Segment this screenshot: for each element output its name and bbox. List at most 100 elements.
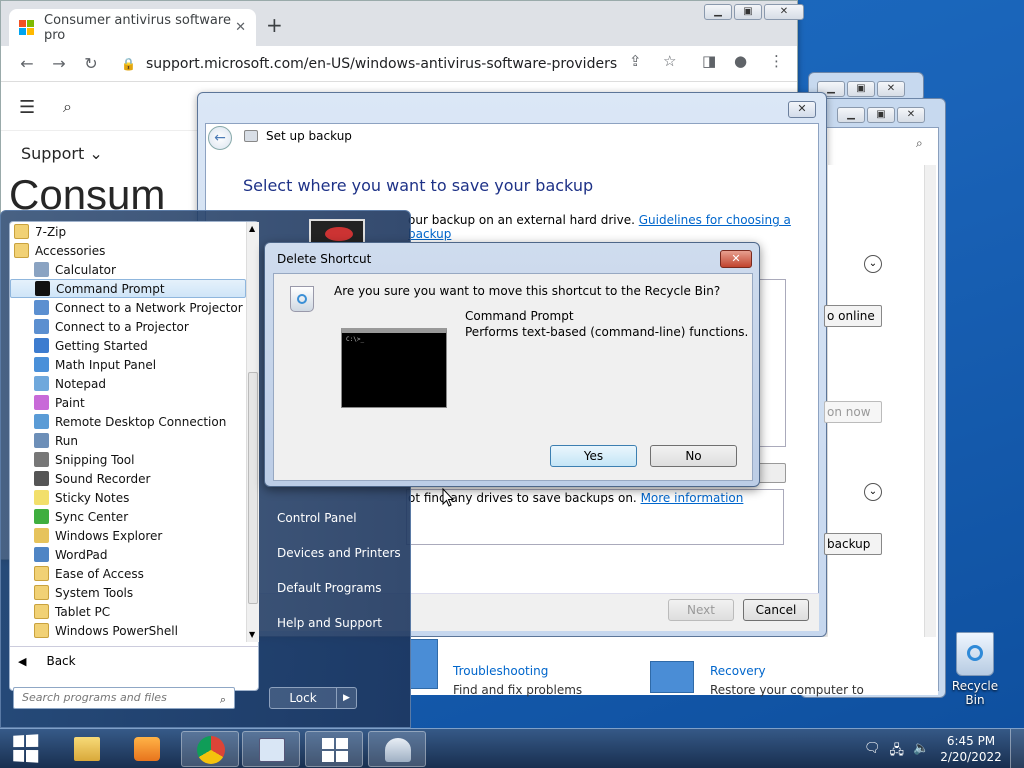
back-arrow-icon[interactable]: ←	[208, 126, 232, 150]
program-item[interactable]: Calculator	[10, 260, 246, 279]
lock-options-arrow-icon[interactable]: ▶	[336, 688, 356, 708]
menu-icon[interactable]: ⋮	[769, 52, 784, 70]
taskbar-control-panel[interactable]	[242, 731, 300, 767]
close-button[interactable]: ✕	[764, 4, 804, 20]
program-item[interactable]: Getting Started	[10, 336, 246, 355]
share-icon[interactable]: ⇪	[629, 52, 642, 70]
backup-icon	[244, 130, 258, 142]
next-button[interactable]: Next	[668, 599, 734, 621]
program-label: Command Prompt	[56, 281, 165, 296]
program-item[interactable]: Sticky Notes	[10, 488, 246, 507]
minimize-button[interactable]: ▁	[837, 107, 865, 123]
program-item[interactable]: Paint	[10, 393, 246, 412]
taskbar-media-player[interactable]	[118, 731, 176, 767]
lock-button[interactable]: Lock ▶	[269, 687, 357, 709]
close-button[interactable]: ✕	[788, 101, 816, 118]
more-information-link[interactable]: More information	[641, 491, 744, 505]
program-item[interactable]: System Tools	[10, 583, 246, 602]
cancel-button[interactable]: Cancel	[743, 599, 809, 621]
scrollbar[interactable]	[924, 165, 936, 695]
troubleshooting-link[interactable]: Troubleshooting	[453, 664, 548, 678]
taskbar-backup[interactable]	[368, 731, 426, 767]
clock[interactable]: 6:45 PM 2/20/2022	[940, 733, 1002, 765]
clock-date: 2/20/2022	[940, 750, 1002, 764]
close-button[interactable]: ✕	[720, 250, 752, 268]
program-item[interactable]: Sound Recorder	[10, 469, 246, 488]
close-button[interactable]: ✕	[897, 107, 925, 123]
close-button[interactable]: ✕	[877, 81, 905, 97]
microsoft-logo-icon	[19, 20, 34, 35]
maximize-button[interactable]: ▣	[847, 81, 875, 97]
program-item[interactable]: Run	[10, 431, 246, 450]
minimize-button[interactable]: ▁	[704, 4, 732, 20]
taskbar-windows[interactable]	[305, 731, 363, 767]
program-item[interactable]: Tablet PC	[10, 602, 246, 621]
program-item[interactable]: Accessories	[10, 241, 246, 260]
show-desktop-button[interactable]	[1010, 729, 1024, 768]
program-item[interactable]: Connect to a Projector	[10, 317, 246, 336]
search-icon[interactable]: ⌕	[916, 136, 923, 151]
refresh-button[interactable]	[758, 463, 786, 483]
maximize-button[interactable]: ▣	[867, 107, 895, 123]
address-bar[interactable]: 🔒 support.microsoft.com/en-US/windows-an…	[121, 50, 621, 78]
turn-on-button[interactable]: on now	[824, 401, 882, 423]
star-icon[interactable]: ☆	[663, 52, 676, 70]
recovery-icon	[650, 661, 694, 693]
program-item[interactable]: Snipping Tool	[10, 450, 246, 469]
devices-printers-item[interactable]: Devices and Printers	[277, 546, 401, 560]
chevron-down-icon[interactable]: ⌄	[864, 255, 882, 273]
network-icon[interactable]: 🖧	[890, 741, 905, 763]
chevron-down-icon[interactable]: ⌄	[864, 483, 882, 501]
forward-arrow-icon[interactable]: →	[43, 54, 75, 73]
get-online-button[interactable]: o online	[824, 305, 882, 327]
chrome-icon	[197, 736, 225, 764]
scroll-down-icon[interactable]: ▼	[249, 630, 255, 639]
program-item[interactable]: Notepad	[10, 374, 246, 393]
program-item[interactable]: Remote Desktop Connection	[10, 412, 246, 431]
recycle-bin-icon	[290, 286, 314, 312]
recycle-bin-desktop-icon[interactable]: Recycle Bin	[944, 632, 1006, 707]
action-center-icon[interactable]: 🗨	[864, 741, 881, 763]
program-label: System Tools	[55, 585, 134, 600]
search-icon[interactable]: ⌕	[63, 97, 72, 117]
program-item[interactable]: Sync Center	[10, 507, 246, 526]
control-panel-item[interactable]: Control Panel	[277, 511, 357, 525]
backup-button[interactable]: backup	[824, 533, 882, 555]
program-item[interactable]: WordPad	[10, 545, 246, 564]
support-nav[interactable]: Support ⌄	[21, 144, 103, 163]
program-scrollbar[interactable]: ▲ ▼	[246, 222, 259, 642]
default-programs-item[interactable]: Default Programs	[277, 581, 382, 595]
maximize-button[interactable]: ▣	[734, 4, 762, 20]
window-title: Set up backup	[266, 129, 352, 143]
back-button[interactable]: ◀ Back	[18, 654, 76, 668]
recovery-link[interactable]: Recovery	[710, 664, 766, 678]
program-item[interactable]: Ease of Access	[10, 564, 246, 583]
start-button[interactable]	[13, 734, 40, 764]
program-label: Snipping Tool	[55, 452, 135, 467]
taskbar-chrome[interactable]	[181, 731, 239, 767]
program-item[interactable]: Math Input Panel	[10, 355, 246, 374]
program-item[interactable]: Connect to a Network Projector	[10, 298, 246, 317]
no-button[interactable]: No	[650, 445, 737, 467]
back-arrow-icon[interactable]: ←	[11, 54, 43, 73]
program-item[interactable]: 7-Zip	[10, 222, 246, 241]
scroll-up-icon[interactable]: ▲	[249, 224, 255, 233]
start-search-input[interactable]: Search programs and files ⌕	[13, 687, 235, 709]
program-label: Getting Started	[55, 338, 148, 353]
browser-tab[interactable]: Consumer antivirus software pro ✕	[9, 9, 256, 46]
close-tab-icon[interactable]: ✕	[235, 20, 246, 35]
program-item[interactable]: Command Prompt	[10, 279, 246, 298]
side-panel-icon[interactable]: ◨	[702, 52, 716, 70]
program-item[interactable]: Windows PowerShell	[10, 621, 246, 640]
yes-button[interactable]: Yes	[550, 445, 637, 467]
program-item[interactable]: Windows Explorer	[10, 526, 246, 545]
profile-icon[interactable]: ●	[734, 52, 747, 70]
new-tab-icon[interactable]: +	[266, 13, 283, 37]
help-support-item[interactable]: Help and Support	[277, 616, 382, 630]
scrollbar-thumb[interactable]	[248, 372, 258, 604]
hamburger-icon[interactable]: ☰	[19, 97, 35, 118]
taskbar-file-explorer[interactable]	[58, 731, 116, 767]
reload-icon[interactable]: ↻	[75, 54, 107, 73]
volume-icon[interactable]: 🔈	[913, 741, 929, 763]
program-label: Sync Center	[55, 509, 129, 524]
